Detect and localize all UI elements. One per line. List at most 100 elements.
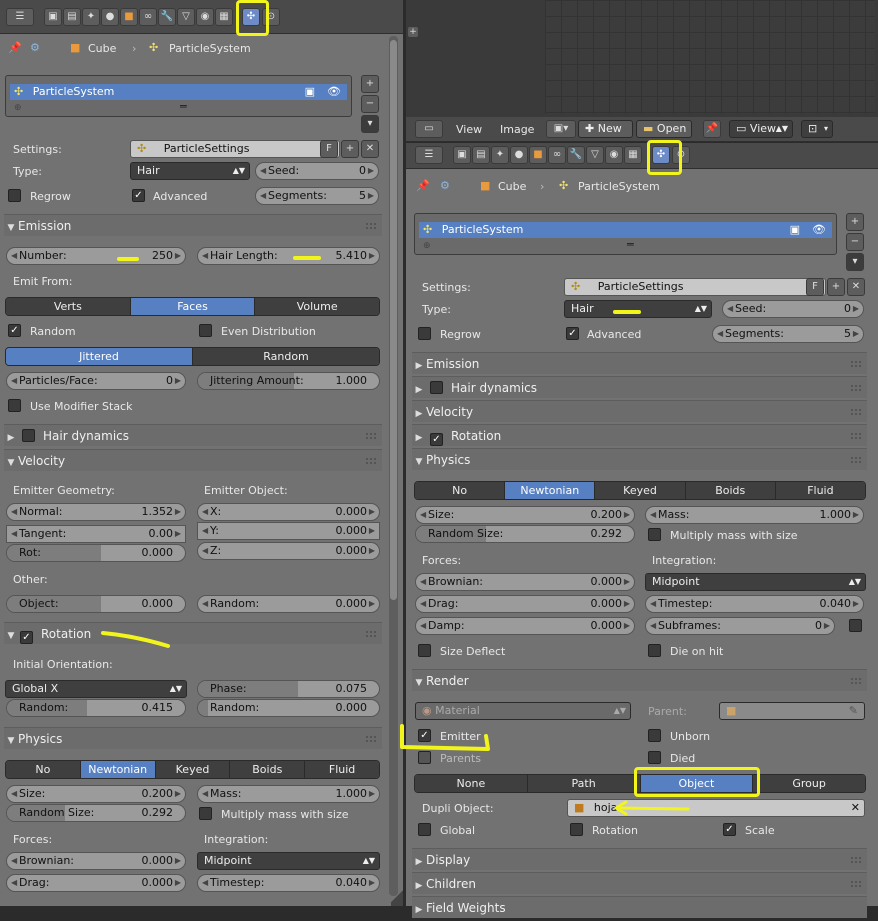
brownian-field[interactable]: ◀ Brownian: 0.000 ▶ xyxy=(6,852,186,870)
drag-grip-icon[interactable] xyxy=(851,385,861,391)
global-checkbox[interactable] xyxy=(418,823,431,836)
physics-newtonian-option[interactable]: Newtonian xyxy=(80,761,156,778)
unborn-checkbox[interactable] xyxy=(648,729,661,742)
random-checkbox[interactable]: ✓ xyxy=(8,324,21,337)
drag-grip-icon[interactable] xyxy=(366,433,376,439)
type-dropdown[interactable]: Hair ▲▼ xyxy=(130,162,250,180)
render-layers-tab-icon[interactable]: ▤ xyxy=(63,8,81,26)
drag-grip-icon[interactable] xyxy=(366,631,376,637)
jittering-amount-field[interactable]: Jittering Amount: 1.000 xyxy=(197,372,380,390)
emission-panel-header[interactable]: ▼ Emission xyxy=(4,214,382,236)
physics-no-option[interactable]: No xyxy=(415,482,506,499)
random-size-field[interactable]: Random Size: 0.292 xyxy=(6,804,186,822)
list-filter-icon[interactable]: ⊕ xyxy=(423,239,431,253)
physics-keyed-option[interactable]: Keyed xyxy=(595,482,686,499)
emit-faces-option[interactable]: Faces xyxy=(130,298,256,315)
adaptive-subframes-checkbox[interactable] xyxy=(849,619,862,632)
list-menu-button[interactable]: ▾ xyxy=(361,115,379,133)
new-settings-button[interactable]: + xyxy=(341,140,359,158)
physics-no-option[interactable]: No xyxy=(6,761,81,778)
size-field[interactable]: ◀ Size: 0.200 ▶ xyxy=(6,785,186,803)
rotation-panel-header[interactable]: ▶ ✓ Rotation xyxy=(412,424,867,446)
drag-grip-icon[interactable] xyxy=(851,433,861,439)
fake-user-button[interactable]: F xyxy=(806,278,824,296)
region-corner[interactable] xyxy=(391,886,403,906)
mass-field[interactable]: ◀ Mass: 1.000 ▶ xyxy=(645,506,864,524)
fake-user-button[interactable]: F xyxy=(320,140,338,158)
integration-dropdown[interactable]: Midpoint ▲▼ xyxy=(645,573,866,591)
pin-icon[interactable]: 📌 xyxy=(416,179,430,193)
texture-tab-icon[interactable]: ▦ xyxy=(215,8,233,26)
multiply-mass-checkbox[interactable] xyxy=(199,807,212,820)
world-tab-icon[interactable]: ● xyxy=(101,8,119,26)
editor-type-button[interactable]: ☰ xyxy=(415,146,443,164)
new-settings-button[interactable]: + xyxy=(827,278,845,296)
modifiers-tab-icon[interactable]: 🔧 xyxy=(567,146,585,164)
physics-type-selector[interactable]: No Newtonian Keyed Boids Fluid xyxy=(5,760,380,779)
add-particle-system-button[interactable]: + xyxy=(361,75,379,93)
visibility-eye-icon[interactable]: 👁 xyxy=(327,84,341,100)
rotation-checkbox[interactable]: ✓ xyxy=(430,433,443,446)
list-resize-grip[interactable]: ═ xyxy=(627,238,634,252)
type-dropdown[interactable]: Hair ▲▼ xyxy=(564,300,712,318)
died-checkbox[interactable] xyxy=(648,751,661,764)
segments-field[interactable]: ◀ Segments: 5 ▶ xyxy=(712,325,864,343)
physics-panel-header[interactable]: ▼ Physics xyxy=(412,448,867,470)
data-tab-icon[interactable]: ▽ xyxy=(177,8,195,26)
drag-field[interactable]: ◀ Drag: 0.000 ▶ xyxy=(415,595,635,613)
constraints-tab-icon[interactable]: ∞ xyxy=(139,8,157,26)
x-field[interactable]: ◀ X: 0.000 ▶ xyxy=(197,503,380,521)
advanced-checkbox[interactable]: ✓ xyxy=(132,189,145,202)
list-filter-icon[interactable]: ⊕ xyxy=(14,101,22,115)
random-distribution-option[interactable]: Random xyxy=(193,348,379,365)
open-image-button[interactable]: ▬ Open xyxy=(636,120,692,138)
parent-field[interactable]: ■ ✎ xyxy=(719,702,865,720)
list-menu-button[interactable]: ▾ xyxy=(846,253,864,271)
add-particle-system-button[interactable]: + xyxy=(846,213,864,231)
image-editor-grid[interactable] xyxy=(545,0,875,114)
pin-image-icon[interactable]: 📌 xyxy=(703,120,721,138)
object-velocity-field[interactable]: Object: 0.000 xyxy=(6,595,186,613)
rot-field[interactable]: Rot: 0.000 xyxy=(6,544,186,562)
emit-verts-option[interactable]: Verts xyxy=(6,298,131,315)
hair-dynamics-checkbox[interactable] xyxy=(22,429,35,442)
drag-grip-icon[interactable] xyxy=(851,881,861,887)
physics-type-selector[interactable]: No Newtonian Keyed Boids Fluid xyxy=(414,481,866,500)
y-field[interactable]: ◀ Y: 0.000 ▶ xyxy=(197,522,380,540)
render-none-option[interactable]: None xyxy=(415,775,528,792)
seed-field[interactable]: ◀ Seed: 0 ▶ xyxy=(255,162,379,180)
eyedropper-icon[interactable]: ✎ xyxy=(849,703,858,719)
scene-tab-icon[interactable]: ✦ xyxy=(82,8,100,26)
phase-random-field[interactable]: Random: 0.000 xyxy=(197,699,380,717)
scene-tab-icon[interactable]: ✦ xyxy=(491,146,509,164)
object-tab-icon[interactable]: ■ xyxy=(529,146,547,164)
orientation-random-field[interactable]: Random: 0.415 xyxy=(6,699,186,717)
rotation-render-checkbox[interactable] xyxy=(570,823,583,836)
seed-field[interactable]: ◀ Seed: 0 ▶ xyxy=(722,300,864,318)
visibility-eye-icon[interactable]: 👁 xyxy=(812,222,826,238)
browse-image-button[interactable]: ▣▾ xyxy=(546,120,576,138)
subframes-field[interactable]: ◀ Subframes: 0 ▶ xyxy=(645,617,835,635)
rotation-checkbox[interactable]: ✓ xyxy=(20,631,33,644)
constraints-tab-icon[interactable]: ∞ xyxy=(548,146,566,164)
view-mode-dropdown[interactable]: ▭ View ▲▼ xyxy=(729,120,793,138)
particle-system-list-item[interactable]: ✣ ParticleSystem ▣ 👁 xyxy=(10,84,347,100)
number-field[interactable]: ◀ Number: 250 ▶ xyxy=(6,247,186,265)
drag-grip-icon[interactable] xyxy=(366,736,376,742)
pivot-dropdown[interactable]: ⊡ ▾ xyxy=(801,120,833,138)
toolshelf-toggle-icon[interactable]: + xyxy=(407,26,419,38)
drag-grip-icon[interactable] xyxy=(851,361,861,367)
drag-grip-icon[interactable] xyxy=(851,457,861,463)
size-deflect-checkbox[interactable] xyxy=(418,644,431,657)
hair-dynamics-panel-header[interactable]: ▶ Hair dynamics xyxy=(4,424,382,446)
multiply-mass-checkbox[interactable] xyxy=(648,528,661,541)
image-editor-type-button[interactable]: ▭ xyxy=(415,120,443,138)
render-panel-header[interactable]: ▼ Render xyxy=(412,669,867,691)
material-tab-icon[interactable]: ◉ xyxy=(605,146,623,164)
list-resize-grip[interactable]: ═ xyxy=(180,100,187,114)
hair-dynamics-panel-header[interactable]: ▶ Hair dynamics xyxy=(412,376,867,398)
jittered-option[interactable]: Jittered xyxy=(6,348,193,365)
unlink-settings-button[interactable]: ✕ xyxy=(847,278,865,296)
tangent-field[interactable]: ◀ Tangent: 0.00 ▶ xyxy=(6,525,186,543)
render-toggle-icon[interactable]: ▣ xyxy=(790,222,800,238)
